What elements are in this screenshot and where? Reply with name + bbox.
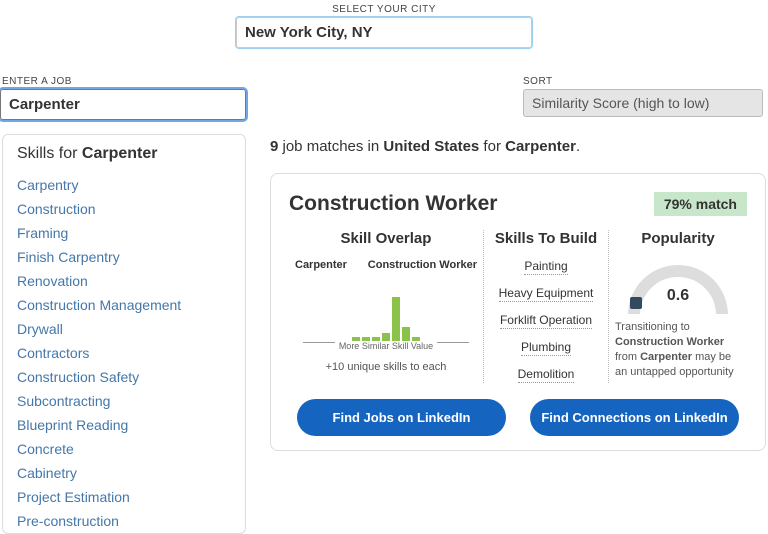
skill-item[interactable]: Subcontracting: [17, 389, 231, 413]
build-skill-item[interactable]: Plumbing: [521, 340, 571, 356]
skills-sidebar: Skills for Carpenter CarpentryConstructi…: [2, 134, 246, 534]
overlap-note: +10 unique skills to each: [295, 361, 477, 373]
job-label: ENTER A JOB: [2, 76, 246, 87]
job-field-group: ENTER A JOB: [0, 76, 246, 120]
sidebar-title: Skills for Carpenter: [17, 145, 231, 163]
job-input[interactable]: [0, 89, 246, 120]
popularity-gauge: 0.6: [628, 259, 728, 314]
results-area: 9 job matches in United States for Carpe…: [270, 134, 766, 534]
build-skill-item[interactable]: Demolition: [518, 367, 575, 383]
skill-item[interactable]: Framing: [17, 221, 231, 245]
chart-bar: [392, 297, 400, 341]
overlap-right-label: Construction Worker: [368, 259, 477, 271]
popularity-value: 0.6: [628, 287, 728, 305]
popularity-title: Popularity: [615, 230, 741, 247]
job-match-card: Construction Worker 79% match Skill Over…: [270, 173, 766, 451]
match-job-title: Construction Worker: [289, 192, 497, 216]
city-label: SELECT YOUR CITY: [0, 4, 768, 15]
skill-item[interactable]: Carpentry: [17, 173, 231, 197]
build-title: Skills To Build: [490, 230, 602, 247]
sort-field-group: SORT Similarity Score (high to low): [523, 76, 763, 120]
skill-item[interactable]: Blueprint Reading: [17, 413, 231, 437]
results-header: 9 job matches in United States for Carpe…: [270, 138, 766, 155]
city-input[interactable]: [236, 17, 532, 48]
popularity-column: Popularity 0.6 Transitioning to Construc…: [608, 230, 747, 383]
skill-item[interactable]: Renovation: [17, 269, 231, 293]
skill-overlap-column: Skill Overlap Carpenter Construction Wor…: [289, 230, 483, 383]
skill-item[interactable]: Cabinetry: [17, 461, 231, 485]
skill-item[interactable]: Concrete: [17, 437, 231, 461]
skill-item[interactable]: Construction Management: [17, 293, 231, 317]
skill-item[interactable]: Construction: [17, 197, 231, 221]
skill-item[interactable]: Project Estimation: [17, 485, 231, 509]
chart-bar: [382, 333, 390, 341]
sort-label: SORT: [523, 76, 763, 87]
skill-item[interactable]: Finish Carpentry: [17, 245, 231, 269]
overlap-chart: More Similar Skill Value: [295, 275, 477, 353]
find-connections-button[interactable]: Find Connections on LinkedIn: [530, 399, 739, 436]
skill-item[interactable]: Drywall: [17, 317, 231, 341]
skills-to-build-column: Skills To Build Painting Heavy Equipment F…: [483, 230, 608, 383]
build-skill-item[interactable]: Forklift Operation: [500, 313, 592, 329]
find-jobs-button[interactable]: Find Jobs on LinkedIn: [297, 399, 506, 436]
build-skill-item[interactable]: Heavy Equipment: [499, 286, 594, 302]
overlap-title: Skill Overlap: [295, 230, 477, 247]
skill-item[interactable]: Pre-construction: [17, 509, 231, 533]
sort-select[interactable]: Similarity Score (high to low): [523, 89, 763, 117]
skill-item[interactable]: Contractors: [17, 341, 231, 365]
build-skill-item[interactable]: Painting: [524, 259, 567, 275]
chart-bar: [402, 327, 410, 341]
match-badge: 79% match: [654, 192, 747, 216]
overlap-left-label: Carpenter: [295, 259, 347, 271]
skill-item[interactable]: Construction Safety: [17, 365, 231, 389]
popularity-text: Transitioning to Construction Worker fro…: [615, 320, 741, 379]
